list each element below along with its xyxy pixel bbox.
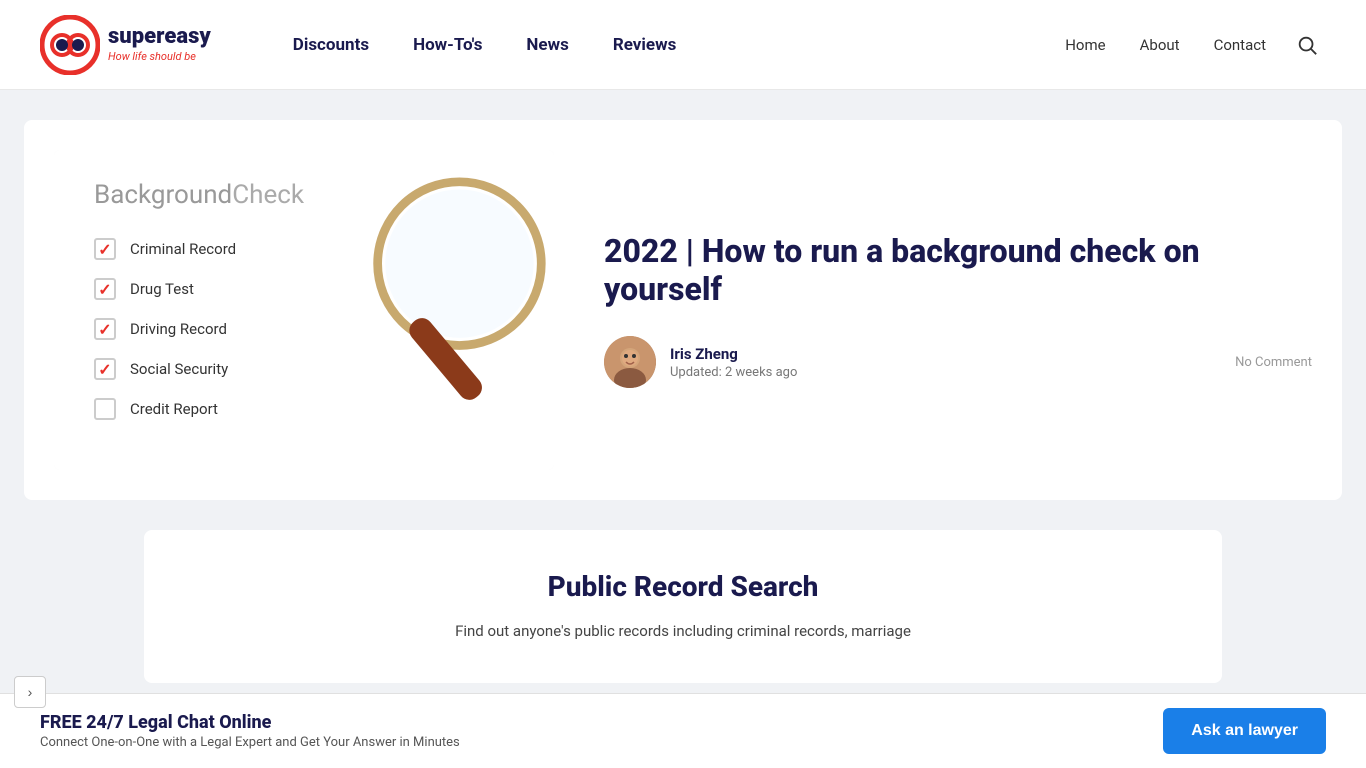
logo-super: super: [108, 26, 164, 48]
public-record-card: Public Record Search Find out anyone's p…: [144, 530, 1222, 683]
main-content: BackgroundCheck ✓ Criminal Record ✓ Drug…: [0, 90, 1366, 713]
nav-about[interactable]: About: [1128, 0, 1192, 90]
author-avatar-image: [604, 336, 656, 388]
banner-left: FREE 24/7 Legal Chat Online Connect One-…: [40, 712, 460, 750]
article-card: BackgroundCheck ✓ Criminal Record ✓ Drug…: [24, 120, 1342, 500]
search-icon: [1296, 34, 1318, 56]
article-info: 2022 | How to run a background check on …: [604, 232, 1312, 389]
article-title: 2022 | How to run a background check on …: [604, 232, 1312, 309]
logo-link[interactable]: super easy How life should be: [40, 15, 211, 75]
banner-title: FREE 24/7 Legal Chat Online: [40, 712, 460, 733]
checkbox-social: ✓: [94, 358, 116, 380]
nav-contact[interactable]: Contact: [1202, 0, 1278, 90]
logo-easy: easy: [164, 26, 210, 48]
site-header: super easy How life should be Discounts …: [0, 0, 1366, 90]
public-record-title: Public Record Search: [184, 570, 1182, 603]
list-item: Credit Report: [94, 398, 524, 420]
no-comment-label: No Comment: [1235, 355, 1312, 370]
author-name: Iris Zheng: [670, 345, 1221, 363]
search-button[interactable]: [1288, 26, 1326, 64]
author-row: Iris Zheng Updated: 2 weeks ago No Comme…: [604, 336, 1312, 388]
checkbox-driving: ✓: [94, 318, 116, 340]
logo-tagline: How life should be: [108, 50, 211, 63]
checkbox-credit: [94, 398, 116, 420]
author-details: Iris Zheng Updated: 2 weeks ago: [670, 345, 1221, 380]
ask-lawyer-button[interactable]: Ask an lawyer: [1163, 708, 1326, 754]
public-record-description: Find out anyone's public records includi…: [184, 619, 1182, 643]
nav-discounts[interactable]: Discounts: [271, 0, 391, 90]
avatar: [604, 336, 656, 388]
nav-howtos[interactable]: How-To's: [391, 0, 504, 90]
nav-reviews[interactable]: Reviews: [591, 0, 698, 90]
magnifier-icon: [344, 160, 554, 400]
banner-description: Connect One-on-One with a Legal Expert a…: [40, 735, 460, 750]
logo-icon: [40, 15, 100, 75]
article-image-wrapper: BackgroundCheck ✓ Criminal Record ✓ Drug…: [54, 150, 554, 470]
checkbox-criminal: ✓: [94, 238, 116, 260]
right-nav: Home About Contact: [1053, 0, 1326, 90]
collapse-button[interactable]: ›: [14, 676, 46, 708]
nav-news[interactable]: News: [504, 0, 590, 90]
bottom-banner: FREE 24/7 Legal Chat Online Connect One-…: [0, 693, 1366, 768]
checkbox-drug: ✓: [94, 278, 116, 300]
article-image: BackgroundCheck ✓ Criminal Record ✓ Drug…: [54, 150, 554, 470]
main-nav: Discounts How-To's News Reviews: [271, 0, 1053, 90]
logo-text: super easy How life should be: [108, 26, 211, 63]
author-updated: Updated: 2 weeks ago: [670, 365, 1221, 380]
nav-home[interactable]: Home: [1053, 0, 1117, 90]
